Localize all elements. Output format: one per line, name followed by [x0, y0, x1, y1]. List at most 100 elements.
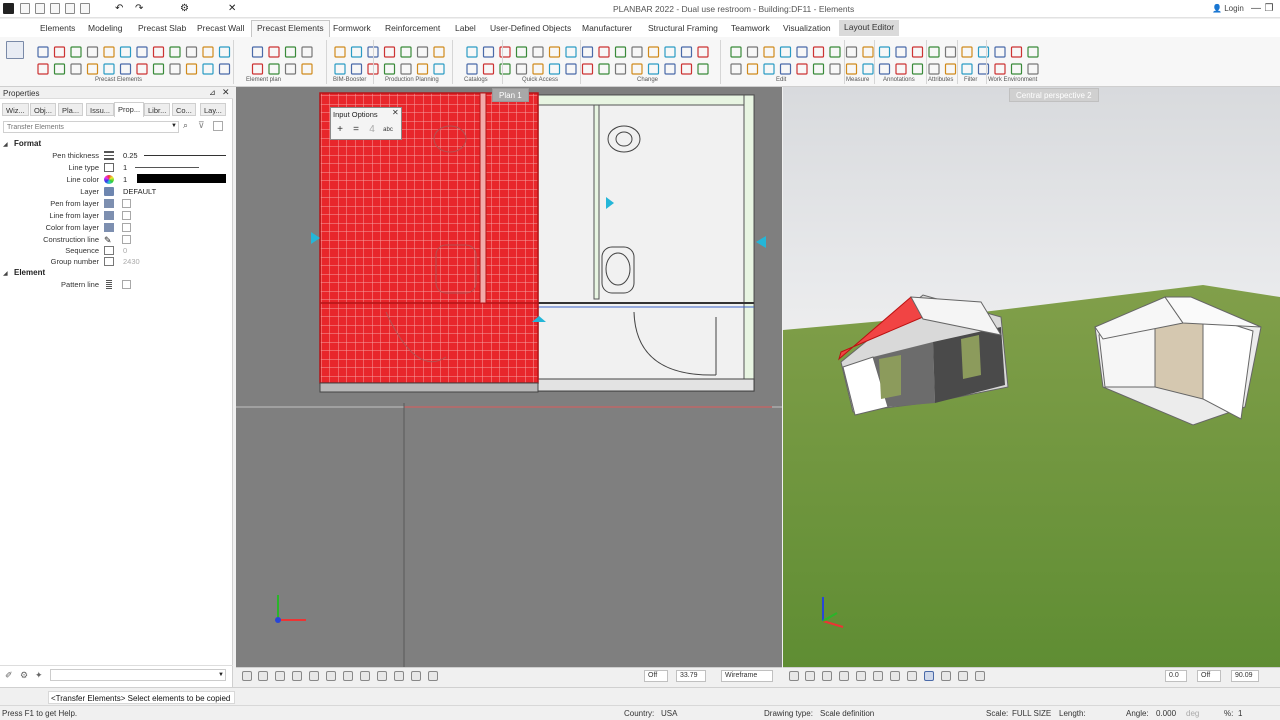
view-icon[interactable]: [343, 671, 353, 681]
ribbon-tool-icon[interactable]: [631, 46, 643, 58]
ribbon-tool-icon[interactable]: [1027, 46, 1039, 58]
menu-manufacturer[interactable]: Manufacturer: [582, 23, 632, 33]
ribbon-tool-icon[interactable]: [251, 46, 264, 58]
login-link[interactable]: 👤 Login: [1212, 4, 1244, 13]
ribbon-tool-icon[interactable]: [548, 63, 561, 75]
viewpoint-icon[interactable]: [907, 671, 917, 681]
value-line-color[interactable]: 1: [123, 175, 127, 184]
value-layer[interactable]: DEFAULT: [123, 187, 156, 196]
ribbon-tool-icon[interactable]: [862, 63, 874, 75]
ribbon-tool-icon[interactable]: [169, 46, 181, 58]
ribbon-tool-icon[interactable]: [697, 46, 709, 58]
status-scale[interactable]: FULL SIZE: [1012, 709, 1051, 718]
grip-marker-icon[interactable]: [756, 236, 766, 248]
ribbon-tool-icon[interactable]: [400, 63, 412, 75]
ribbon-tool-icon[interactable]: [1010, 63, 1023, 75]
ribbon-tool-icon[interactable]: [119, 63, 132, 75]
display-mode-combo[interactable]: Wireframe: [721, 670, 773, 682]
next-view-icon[interactable]: [873, 671, 883, 681]
orbit-icon[interactable]: [941, 671, 951, 681]
filter-input[interactable]: [4, 122, 164, 133]
ribbon-tool-icon[interactable]: [895, 46, 907, 58]
navigate-icon[interactable]: [975, 671, 985, 681]
ribbon-tool-icon[interactable]: [86, 63, 99, 75]
zoom-in-icon[interactable]: [275, 671, 285, 681]
ribbon-tool-icon[interactable]: [796, 63, 808, 75]
ribbon-tool-icon[interactable]: [680, 63, 693, 75]
ribbon-tool-icon[interactable]: [400, 46, 412, 58]
value-pen-thickness[interactable]: 0.25: [123, 151, 138, 160]
close-icon[interactable]: ✕: [392, 108, 399, 117]
match-properties-icon[interactable]: ⚙: [20, 670, 28, 681]
save-as-icon[interactable]: [65, 3, 75, 14]
ribbon-tool-icon[interactable]: [631, 63, 643, 75]
scale-combo[interactable]: 33.79: [676, 670, 706, 682]
ribbon-tool-icon[interactable]: [86, 46, 99, 58]
ribbon-tool-icon[interactable]: [565, 46, 577, 58]
ribbon-tool-icon[interactable]: [268, 46, 280, 58]
tab-central-perspective-2[interactable]: Central perspective 2: [1009, 88, 1099, 102]
add-icon[interactable]: +: [334, 124, 346, 136]
section-element[interactable]: Element: [14, 268, 45, 277]
ribbon-tool-icon[interactable]: [301, 63, 313, 75]
ribbon-tool-icon[interactable]: [268, 63, 280, 75]
tab-plan-1[interactable]: Plan 1: [492, 88, 529, 102]
settings-icon[interactable]: ⚙: [180, 3, 190, 14]
ribbon-tool-icon[interactable]: [845, 46, 858, 58]
ribbon-tool-icon[interactable]: [251, 63, 264, 75]
height-field[interactable]: 0.0: [1165, 670, 1187, 682]
tab-properties[interactable]: Prop...: [114, 102, 145, 117]
ribbon-tool-icon[interactable]: [746, 63, 759, 75]
ribbon-tool-icon[interactable]: [961, 63, 973, 75]
ribbon-tool-icon[interactable]: [763, 63, 775, 75]
ribbon-tool-icon[interactable]: [334, 63, 346, 75]
render-icon[interactable]: [924, 671, 934, 681]
ribbon-tool-icon[interactable]: [961, 46, 973, 58]
ribbon-tool-icon[interactable]: [928, 46, 940, 58]
ribbon-tool-icon[interactable]: [994, 63, 1006, 75]
collapse-arrow-icon[interactable]: ◢: [3, 270, 8, 277]
ribbon-tool-icon[interactable]: [218, 46, 231, 58]
ribbon-tool-icon[interactable]: [466, 63, 478, 75]
checkbox-color-from-layer[interactable]: [122, 223, 131, 232]
tab-connect[interactable]: Co...: [172, 103, 196, 116]
close-icon[interactable]: ✕: [222, 87, 230, 98]
ribbon-tool-icon[interactable]: [614, 46, 627, 58]
ribbon-tool-icon[interactable]: [647, 46, 660, 58]
search-icon[interactable]: ⌕: [183, 120, 188, 131]
menu-layout-editor[interactable]: Layout Editor: [839, 20, 900, 36]
favorites-combo[interactable]: [50, 669, 226, 681]
ribbon-tool-icon[interactable]: [812, 46, 825, 58]
ribbon-tool-icon[interactable]: [466, 46, 478, 58]
ribbon-tool-icon[interactable]: [218, 63, 231, 75]
status-angle[interactable]: 0.000: [1156, 709, 1176, 718]
angle-field[interactable]: 90.09: [1231, 670, 1259, 682]
ribbon-tool-icon[interactable]: [185, 63, 198, 75]
ribbon-tool-icon[interactable]: [334, 46, 346, 58]
status-percent[interactable]: 1: [1238, 709, 1242, 718]
ribbon-tool-icon[interactable]: [895, 63, 907, 75]
pin-icon[interactable]: ⊿: [209, 88, 216, 97]
ribbon-tool-icon[interactable]: [664, 63, 676, 75]
ribbon-tool-icon[interactable]: [977, 46, 990, 58]
status-drawing-type[interactable]: Scale definition: [820, 709, 874, 718]
frame-icon[interactable]: [958, 671, 968, 681]
menu-modeling[interactable]: Modeling: [88, 23, 123, 33]
ribbon-tool-icon[interactable]: [796, 46, 808, 58]
ribbon-tool-icon[interactable]: [944, 46, 957, 58]
ribbon-tool-icon[interactable]: [1027, 63, 1039, 75]
menu-precast-slab[interactable]: Precast Slab: [138, 23, 186, 33]
ribbon-tool-icon[interactable]: [185, 46, 198, 58]
ribbon-tool-icon[interactable]: [680, 46, 693, 58]
ribbon-tool-icon[interactable]: [697, 63, 709, 75]
ribbon-tool-icon[interactable]: [779, 46, 792, 58]
menu-visualization[interactable]: Visualization: [783, 23, 831, 33]
ribbon-tool-icon[interactable]: [433, 63, 445, 75]
ribbon-tool-icon[interactable]: [532, 46, 544, 58]
ribbon-tool-icon[interactable]: [70, 46, 82, 58]
filter-combo[interactable]: [3, 121, 179, 133]
snap-combo[interactable]: Off: [1197, 670, 1221, 682]
frame-icon[interactable]: [411, 671, 421, 681]
restore-button[interactable]: ❐: [1262, 2, 1276, 15]
ribbon-tool-icon[interactable]: [416, 46, 429, 58]
